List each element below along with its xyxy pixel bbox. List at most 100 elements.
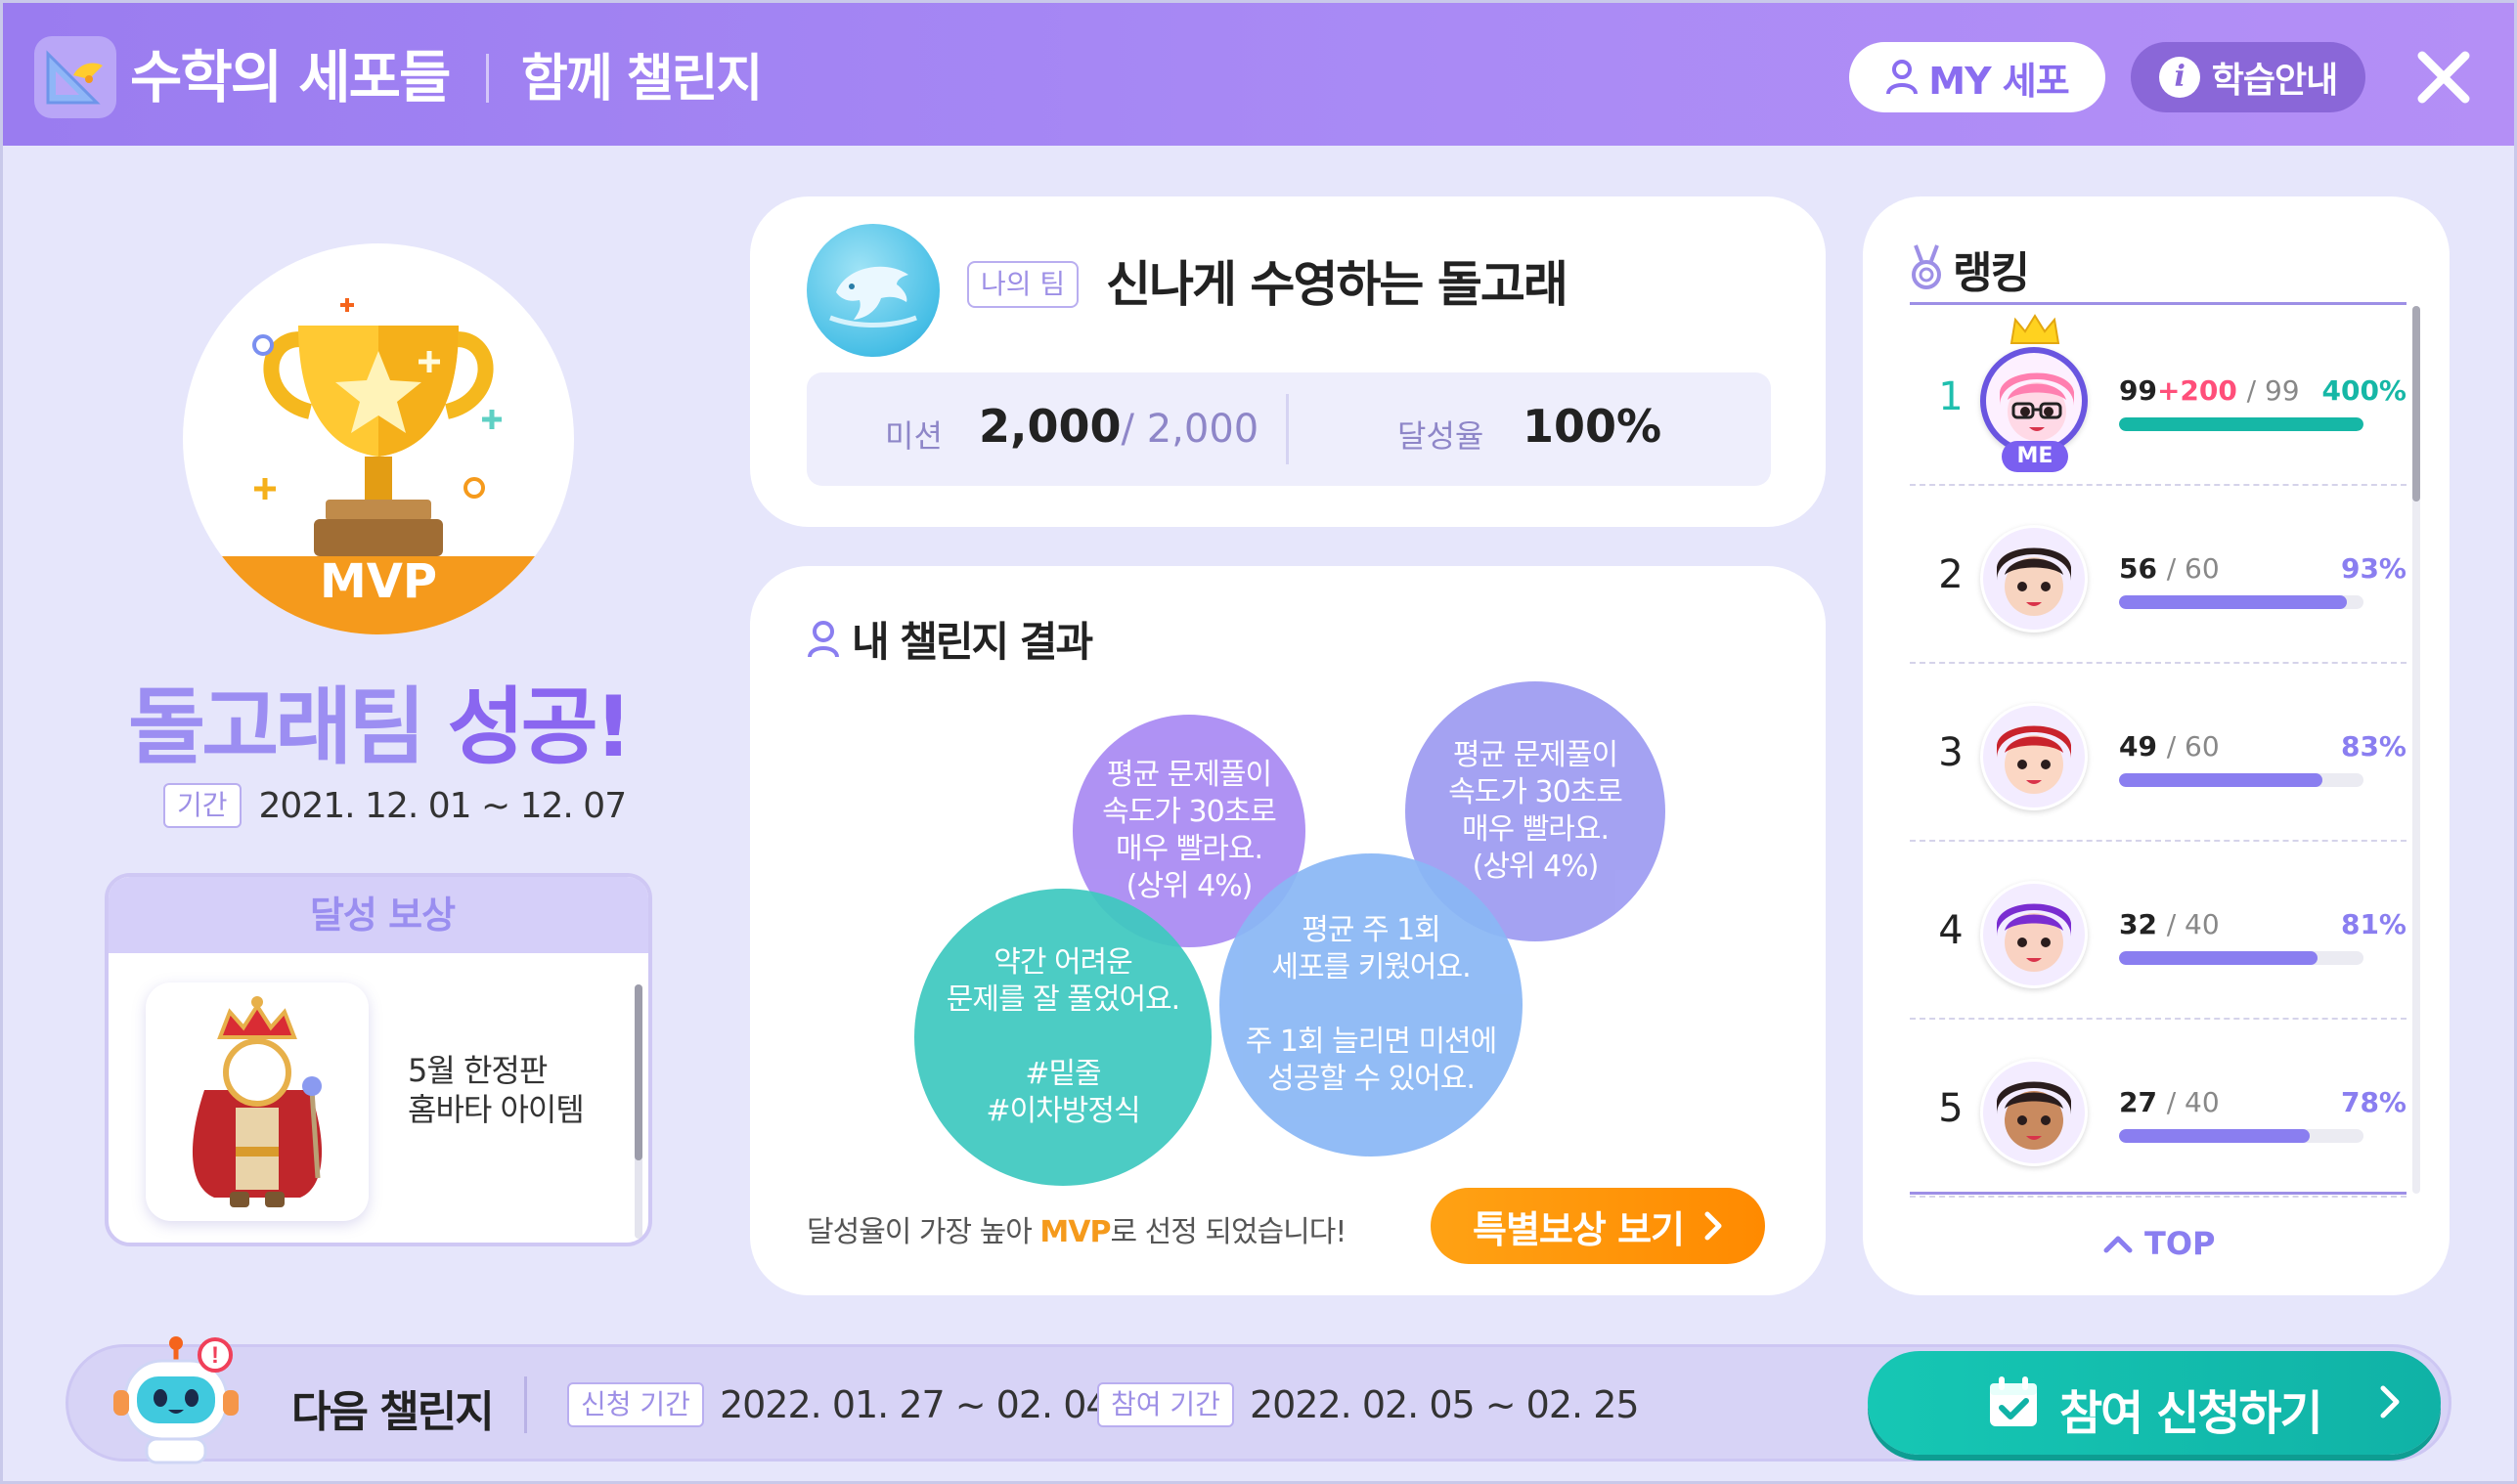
scroll-top-button[interactable]: TOP (2103, 1225, 2215, 1262)
rank-score: 49 / 60 (2119, 730, 2220, 763)
crown-icon (2008, 314, 2062, 351)
challenge-result-card: 내 챌린지 결과 평균 문제풀이 속도가 30초로 매우 빨라요. (상위 4%… (750, 566, 1826, 1295)
ranking-scrollbar-thumb[interactable] (2412, 306, 2420, 502)
mission-value: 2,000/ 2,000 (979, 400, 1258, 453)
close-button[interactable] (2405, 38, 2483, 116)
rank-percent: 81% (2340, 908, 2407, 940)
rank-progress-bar (2119, 1129, 2363, 1143)
reward-name-line1: 5월 한정판 (408, 1052, 548, 1089)
result-bubble-difficulty: 약간 어려운 문제를 잘 풀었어요. #밑줄 #이차방정식 (914, 889, 1212, 1186)
my-sepo-label: MY 세포 (1928, 59, 2069, 103)
rank-number: 2 (1938, 552, 1964, 597)
special-reward-label: 특별보상 보기 (1473, 1207, 1685, 1251)
reward-name-line2: 홈바타 아이템 (408, 1091, 585, 1128)
mvp-selection-note: 달성율이 가장 높아 MVP로 선정 되었습니다! (807, 1207, 1347, 1250)
next-challenge-bar: ! 다음 챌린지 신청 기간 2022. 01. 27 ~ 02. 04 참여 … (66, 1336, 2451, 1464)
rank-progress-bar (2119, 417, 2363, 431)
rank-score: 27 / 40 (2119, 1086, 2220, 1118)
player-avatar (1980, 881, 2088, 988)
rank-number: 5 (1938, 1086, 1964, 1131)
score-total: / 60 (2166, 730, 2220, 763)
ranking-card: 랭킹 1 ME 99+200 / 99 400% 2 56 / 60 93% 3 49 / 60… (1863, 196, 2450, 1295)
person-icon (808, 620, 839, 658)
apply-period-value: 2022. 01. 27 ~ 02. 04 (719, 1383, 1110, 1426)
svg-text:!: ! (211, 1342, 219, 1369)
ranking-row: 2 56 / 60 93% (1910, 486, 2407, 664)
me-badge: ME (2002, 441, 2068, 472)
join-period: 참여 기간 2022. 02. 05 ~ 02. 25 (1097, 1376, 1640, 1433)
note-mvp: MVP (1039, 1215, 1111, 1249)
score-total: / 40 (2166, 908, 2220, 940)
rank-score: 56 / 60 (2119, 552, 2220, 585)
special-reward-button[interactable]: 특별보상 보기 (1431, 1188, 1765, 1264)
ranking-row: 4 32 / 40 81% (1910, 842, 2407, 1020)
reward-scrollbar-thumb[interactable] (635, 984, 642, 1160)
rank-percent: 83% (2340, 730, 2407, 763)
join-period-tag: 참여 기간 (1097, 1382, 1234, 1427)
app-window: 수학의 세포들 함께 챌린지 MY 세포 i 학습안내 MVP 돌고래팀 성공!… (0, 0, 2517, 1484)
ranking-row: 3 49 / 60 83% (1910, 664, 2407, 842)
next-divider (524, 1376, 527, 1433)
rank-progress-bar (2119, 951, 2363, 965)
note-before: 달성율이 가장 높아 (807, 1215, 1040, 1249)
reward-item-image[interactable] (146, 982, 369, 1221)
mission-label: 미션 (885, 417, 943, 455)
mvp-trophy-emblem: MVP (183, 243, 574, 634)
team-name: 신나게 수영하는 돌고래 (1106, 256, 1568, 313)
rate-value: 100% (1523, 400, 1662, 453)
rank-progress-fill (2119, 417, 2363, 431)
result-title: 내 챌린지 결과 (807, 609, 1093, 669)
player-avatar (1980, 1059, 2088, 1166)
mission-summary: 미션 2,000/ 2,000 달성율 100% (807, 372, 1771, 486)
study-guide-label: 학습안내 (2211, 61, 2338, 101)
scroll-top-label: TOP (2144, 1225, 2216, 1262)
result-title-text: 내 챌린지 결과 (852, 618, 1093, 666)
apply-challenge-button[interactable]: 참여 신청하기 (1868, 1351, 2441, 1455)
rate-label: 달성율 (1397, 417, 1484, 455)
apply-challenge-label: 참여 신청하기 (2059, 1386, 2323, 1441)
rank-percent: 93% (2340, 552, 2407, 585)
my-team-tag: 나의 팀 (967, 261, 1080, 308)
reward-item-name: 5월 한정판 홈바타 아이템 (408, 1051, 623, 1129)
result-bubble-frequency: 평균 주 1회 세포를 키웠어요. 주 1회 늘리면 미션에 성공할 수 있어요… (1219, 853, 1523, 1157)
title-divider (486, 54, 489, 103)
rank-percent: 400% (2321, 374, 2407, 407)
rank-progress-fill (2119, 773, 2322, 787)
ranking-scrollbar[interactable] (2412, 306, 2420, 1194)
mvp-period: 기간 2021. 12. 01 ~ 12. 07 (163, 781, 628, 830)
ranking-top-line (1910, 302, 2407, 305)
ranking-title: 랭킹 (1910, 238, 2030, 300)
dolphin-icon (829, 266, 917, 327)
my-sepo-button[interactable]: MY 세포 (1849, 42, 2105, 112)
rank-number: 4 (1938, 908, 1964, 953)
chevron-up-icon (2103, 1236, 2133, 1253)
close-icon (2417, 51, 2470, 104)
score-total: / 60 (2166, 552, 2220, 585)
score-value: 99 (2119, 374, 2157, 407)
score-value: 56 (2119, 552, 2157, 585)
player-avatar (1980, 525, 2088, 633)
reward-scrollbar[interactable] (635, 984, 642, 1239)
app-logo-icon (34, 36, 116, 118)
ranking-row: 1 ME 99+200 / 99 400% (1910, 308, 2407, 486)
chevron-right-icon (1704, 1211, 1722, 1241)
score-total: / 40 (2166, 1086, 2220, 1118)
rank-progress-fill (2119, 1129, 2310, 1143)
reward-card: 달성 보상 5월 한정판 홈바타 아이템 (105, 873, 652, 1246)
period-tag: 기간 (163, 783, 242, 828)
period-value: 2021. 12. 01 ~ 12. 07 (258, 785, 628, 826)
player-avatar (1980, 703, 2088, 810)
info-icon: i (2158, 57, 2200, 98)
mission-divider (1286, 394, 1289, 464)
reward-title: 달성 보상 (109, 877, 648, 953)
score-value: 32 (2119, 908, 2157, 940)
next-challenge-title: 다음 챌린지 (291, 1387, 495, 1437)
score-value: 49 (2119, 730, 2157, 763)
study-guide-button[interactable]: i 학습안내 (2131, 42, 2365, 112)
dolphin-team-avatar (807, 224, 940, 357)
mvp-badge-label: MVP (319, 554, 438, 609)
rank-percent: 78% (2340, 1086, 2407, 1118)
person-icon (1886, 60, 1919, 95)
join-period-value: 2022. 02. 05 ~ 02. 25 (1249, 1383, 1640, 1426)
header-bar: 수학의 세포들 함께 챌린지 MY 세포 i 학습안내 (3, 3, 2514, 146)
